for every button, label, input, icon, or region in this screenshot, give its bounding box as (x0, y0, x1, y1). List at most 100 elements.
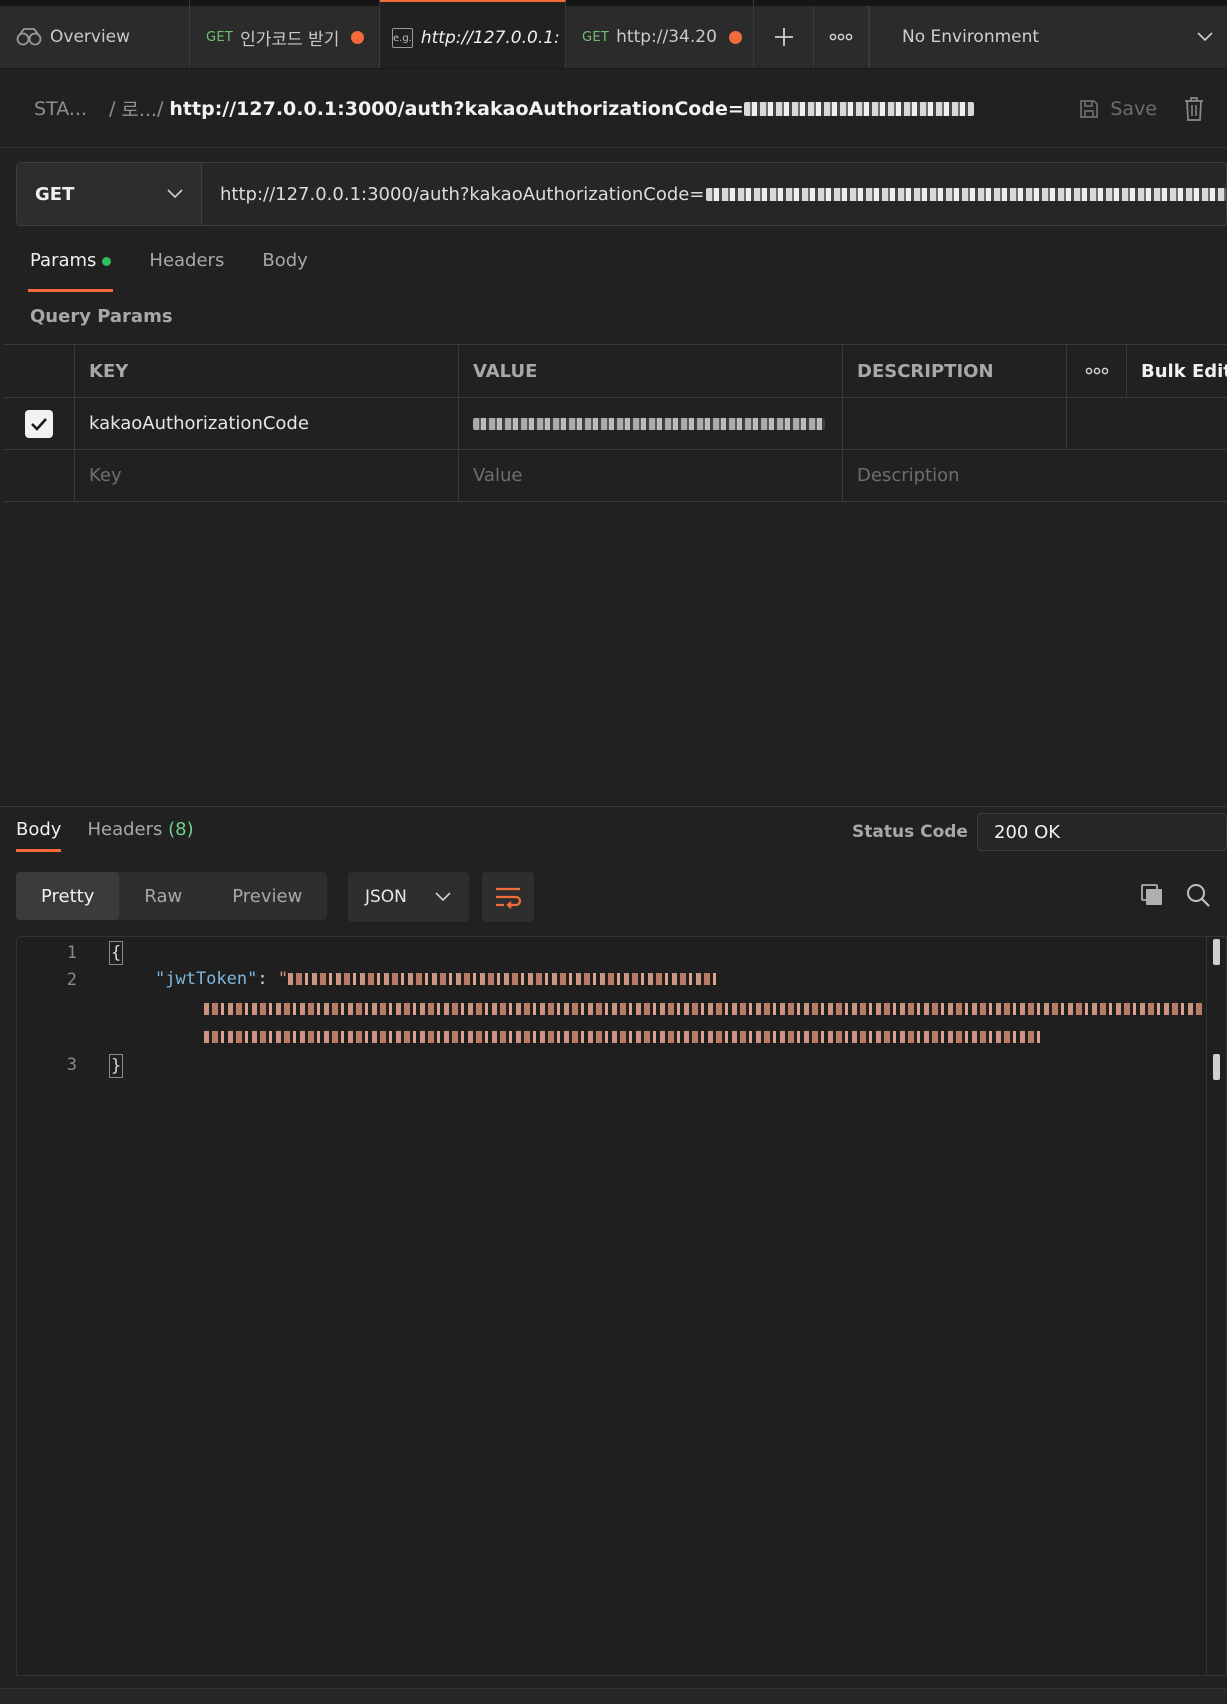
redacted-jwt-token (204, 1003, 1204, 1015)
request-actions: Save (1078, 70, 1205, 148)
search-icon[interactable] (1185, 882, 1211, 908)
copy-icon[interactable] (1139, 882, 1165, 908)
headers-count: (8) (168, 819, 194, 840)
new-value-input[interactable]: Value (459, 450, 843, 501)
tab-title: http://127.0.0.1: (420, 28, 560, 48)
row-spacer (1067, 398, 1127, 449)
format-pretty-button[interactable]: Pretty (16, 872, 120, 920)
param-enabled-checkbox[interactable] (25, 409, 53, 438)
tab-bar: Overview GET 인가코드 받기 e.g. http://127.0.0… (0, 0, 1227, 69)
tab-overview[interactable]: Overview (0, 0, 190, 68)
new-tab-button[interactable] (754, 0, 814, 68)
row-spacer (1067, 450, 1127, 501)
response-body-editor[interactable]: 1 2 3 { "jwtToken": " } (16, 936, 1227, 1676)
header-description: DESCRIPTION (843, 345, 1067, 397)
response-tab-headers[interactable]: Headers (8) (87, 819, 193, 852)
scrollbar-thumb[interactable] (1213, 1054, 1220, 1080)
json-close-brace: } (109, 1054, 124, 1078)
redacted-jwt-token (288, 973, 719, 985)
line-number-gutter: 1 2 3 (17, 937, 107, 1675)
response-divider[interactable] (0, 806, 1227, 807)
json-line-wrap (204, 999, 1204, 1019)
json-key: "jwtToken" (155, 969, 258, 989)
breadcrumb: STA... / 로... / http://127.0.0.1:3000/au… (0, 70, 1227, 148)
unsaved-indicator-dot (728, 30, 742, 44)
column-options-button[interactable] (1067, 345, 1127, 397)
redacted-auth-code (743, 102, 974, 116)
param-description-input[interactable] (843, 398, 1067, 449)
status-code-value: 200 OK (977, 813, 1227, 851)
status-code-label: Status Code (852, 822, 968, 842)
example-icon: e.g. (392, 28, 413, 48)
tab-title: http://34.20 (616, 27, 717, 47)
editor-scrollbar[interactable] (1206, 937, 1226, 1675)
scrollbar-thumb[interactable] (1213, 939, 1220, 965)
tab-request-3[interactable]: GET http://34.20 (566, 0, 754, 68)
tab-method-label: GET (582, 29, 610, 45)
plus-icon (774, 28, 793, 46)
ellipsis-icon (829, 33, 853, 41)
request-name[interactable]: http://127.0.0.1:3000/auth?kakaoAuthoriz… (169, 98, 974, 120)
chevron-down-icon (435, 892, 451, 902)
header-key: KEY (75, 345, 459, 397)
table-header-row: KEY VALUE DESCRIPTION Bulk Edit (4, 345, 1227, 398)
new-description-input[interactable]: Description (843, 450, 1067, 501)
row-spacer (1127, 398, 1227, 449)
param-enabled-cell (4, 398, 75, 449)
table-row: kakaoAuthorizationCode (4, 398, 1227, 450)
trash-icon[interactable] (1183, 96, 1205, 122)
table-row-empty: Key Value Description (4, 450, 1227, 502)
tab-body[interactable]: Body (262, 250, 307, 292)
response-format-group: Pretty Raw Preview (16, 872, 328, 920)
json-open-brace: { (109, 941, 124, 965)
bulk-edit-button[interactable]: Bulk Edit (1127, 345, 1227, 397)
environment-selector[interactable]: No Environment (869, 0, 1227, 68)
unsaved-indicator-dot (351, 30, 365, 44)
row-spacer (1127, 450, 1227, 501)
json-line-wrap (204, 1027, 1044, 1047)
tab-request-1[interactable]: GET 인가코드 받기 (190, 0, 380, 68)
line-number: 3 (66, 1055, 77, 1075)
more-tabs-button[interactable] (814, 0, 869, 68)
tab-headers[interactable]: Headers (149, 250, 224, 292)
request-tabs: Params Headers Body (27, 250, 308, 292)
header-checkbox-cell (4, 345, 75, 397)
breadcrumb-folder[interactable]: 로... (121, 95, 157, 122)
ellipsis-icon (1085, 367, 1108, 375)
json-string-quote: " (277, 969, 289, 989)
param-key-input[interactable]: kakaoAuthorizationCode (75, 398, 459, 449)
language-select[interactable]: JSON (348, 872, 469, 922)
url-input-text: http://127.0.0.1:3000/auth?kakaoAuthoriz… (220, 183, 705, 205)
json-line-jwt: "jwtToken": " (155, 969, 719, 989)
save-label: Save (1110, 98, 1157, 120)
method-select[interactable]: GET (17, 163, 202, 225)
new-key-input[interactable]: Key (75, 450, 459, 501)
wrap-lines-button[interactable] (482, 872, 534, 922)
save-icon (1080, 100, 1099, 118)
tab-overview-label: Overview (50, 27, 131, 47)
tab-request-2-active[interactable]: e.g. http://127.0.0.1: (380, 0, 566, 68)
format-preview-button[interactable]: Preview (207, 872, 327, 920)
header-value: VALUE (459, 345, 843, 397)
redacted-auth-code (706, 187, 1226, 201)
tab-params[interactable]: Params (27, 250, 114, 292)
line-number: 2 (66, 970, 77, 990)
save-button[interactable]: Save (1078, 98, 1157, 120)
format-raw-button[interactable]: Raw (119, 872, 207, 920)
tab-title: 인가코드 받기 (240, 29, 340, 50)
response-tab-body[interactable]: Body (16, 819, 62, 852)
empty-checkbox-cell (4, 450, 75, 501)
chevron-down-icon (167, 189, 183, 199)
method-value: GET (35, 183, 75, 205)
redacted-jwt-token (204, 1031, 1044, 1043)
json-colon: : (257, 969, 278, 989)
environment-label: No Environment (902, 27, 1040, 47)
breadcrumb-collection[interactable]: STA... (34, 98, 87, 120)
request-url-bar: GET http://127.0.0.1:3000/auth?kakaoAuth… (16, 162, 1227, 226)
url-input[interactable]: http://127.0.0.1:3000/auth?kakaoAuthoriz… (202, 163, 1226, 225)
code-content: { "jwtToken": " } (109, 937, 1206, 1675)
breadcrumb-separator: / (108, 97, 116, 120)
param-value-input[interactable] (459, 398, 843, 449)
chevron-down-icon (1197, 32, 1213, 42)
language-value: JSON (365, 887, 407, 907)
